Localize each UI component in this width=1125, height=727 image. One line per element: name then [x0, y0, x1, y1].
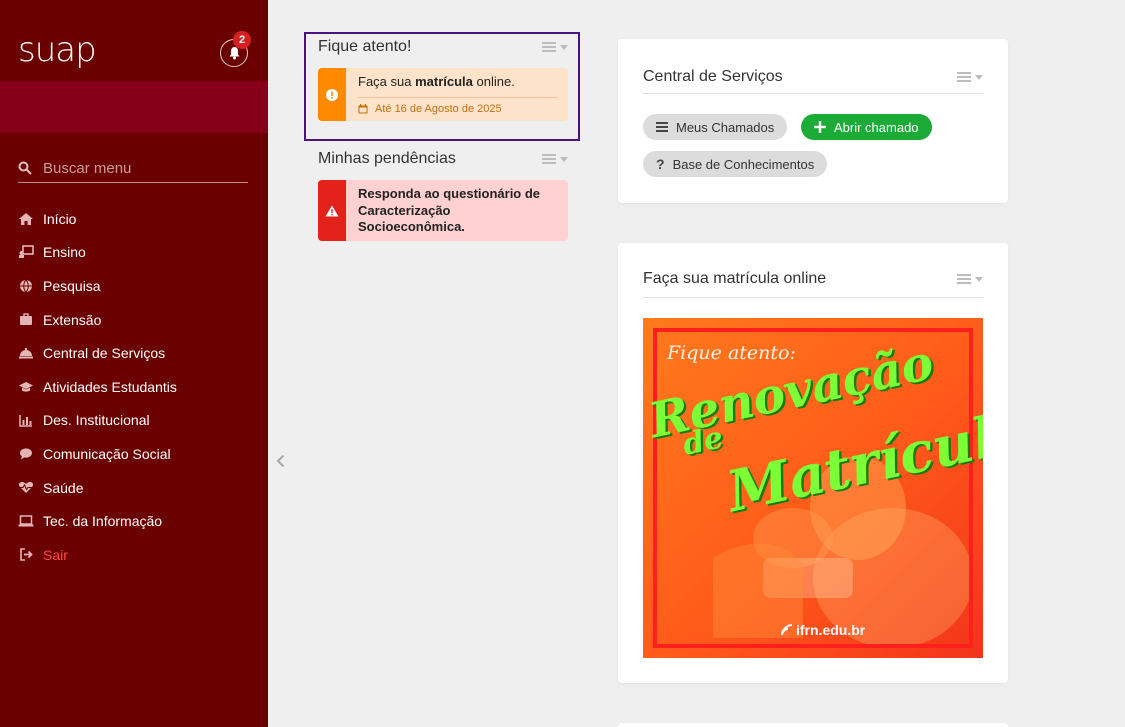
menu-item-sair[interactable]: Sair: [18, 538, 258, 572]
menu-item-atividades-estudantis[interactable]: Atividades Estudantis: [18, 370, 258, 404]
search-input[interactable]: Buscar menu: [43, 160, 131, 177]
card-options-button[interactable]: [542, 153, 568, 165]
fique-atento-card: Fique atento!: [318, 38, 568, 56]
collapse-sidebar-button[interactable]: [273, 451, 287, 471]
menu-item-ensino[interactable]: Ensino: [18, 236, 258, 270]
list-icon: [656, 122, 668, 132]
menu-lines-icon: [957, 274, 971, 284]
caret-down-icon: [560, 44, 568, 50]
poster-url: ifrn.edu.br: [781, 622, 865, 638]
main-menu: Início Ensino Pesquisa Extensão Central …: [18, 202, 258, 572]
message-text-end: online.: [472, 74, 515, 89]
chevron-left-icon: [276, 454, 284, 468]
menu-item-comunicacao-social[interactable]: Comunicação Social: [18, 437, 258, 471]
laptop-icon: [18, 513, 34, 529]
menu-item-inicio[interactable]: Início: [18, 202, 258, 236]
alert-date: Até 16 de Agosto de 2025: [375, 103, 502, 115]
button-label: Abrir chamado: [834, 119, 919, 135]
menu-item-tec-informacao[interactable]: Tec. da Informação: [18, 504, 258, 538]
base-conhecimentos-button[interactable]: ? Base de Conhecimentos: [643, 151, 828, 177]
panel-options-button[interactable]: [957, 71, 983, 83]
ifrn-logo-icon: [781, 624, 793, 636]
message-text: Faça sua: [358, 74, 416, 89]
card-title: Minhas pendências: [318, 150, 456, 167]
poster-heading: Fique atento:: [667, 342, 796, 364]
renovacao-matricula-poster[interactable]: Fique atento: Renovação de Matrícula ifr…: [643, 318, 983, 658]
graduation-cap-icon: [18, 379, 34, 395]
menu-lines-icon: [542, 154, 556, 164]
globe-icon: [18, 278, 34, 294]
menu-item-label: Atividades Estudantis: [43, 378, 177, 395]
menu-lines-icon: [542, 42, 556, 52]
matricula-alert[interactable]: Faça sua matrícula online. Até 16 de Ago…: [318, 68, 568, 121]
calendar-icon: [358, 104, 368, 114]
caret-down-icon: [560, 156, 568, 162]
menu-item-saude[interactable]: Saúde: [18, 471, 258, 505]
alert-message: Responda ao questionário de Caracterizaç…: [358, 186, 541, 234]
home-icon: [18, 211, 34, 227]
menu-item-label: Comunicação Social: [43, 445, 171, 462]
search-menu[interactable]: Buscar menu: [18, 154, 248, 183]
panel-title: Faça sua matrícula online: [643, 270, 827, 287]
alert-message: Faça sua matrícula online.: [358, 74, 558, 98]
menu-item-label: Sair: [43, 546, 68, 563]
meus-chamados-button[interactable]: Meus Chamados: [643, 114, 788, 140]
search-icon: [18, 161, 34, 175]
next-panel-edge: [618, 723, 1008, 727]
menu-item-des-institucional[interactable]: Des. Institucional: [18, 404, 258, 438]
sidebar: suap 2 Buscar menu Início Ensino Pesquis…: [0, 0, 268, 727]
abrir-chamado-button[interactable]: Abrir chamado: [801, 114, 932, 140]
caret-down-icon: [975, 276, 983, 282]
menu-item-label: Ensino: [43, 244, 86, 261]
menu-item-label: Tec. da Informação: [43, 513, 163, 530]
panel-title: Central de Serviços: [643, 68, 783, 85]
warning-icon: [318, 68, 346, 121]
teacher-icon: [18, 244, 34, 260]
questionario-alert[interactable]: Responda ao questionário de Caracterizaç…: [318, 180, 568, 241]
button-label: Meus Chamados: [676, 119, 775, 135]
suap-logo[interactable]: suap: [18, 30, 97, 70]
menu-item-extensao[interactable]: Extensão: [18, 303, 258, 337]
question-icon: ?: [656, 156, 665, 172]
user-banner: [0, 81, 268, 133]
alert-triangle-icon: [318, 180, 346, 241]
briefcase-icon: [18, 312, 34, 328]
menu-item-pesquisa[interactable]: Pesquisa: [18, 269, 258, 303]
card-title: Fique atento!: [318, 38, 412, 55]
speech-bubble-icon: [18, 446, 34, 462]
message-bold-text: matrícula: [415, 74, 473, 89]
notification-count-badge: 2: [233, 31, 251, 49]
menu-item-label: Pesquisa: [43, 277, 101, 294]
card-options-button[interactable]: [542, 41, 568, 53]
plus-icon: [814, 121, 826, 133]
menu-item-label: Saúde: [43, 479, 84, 496]
menu-item-label: Des. Institucional: [43, 412, 150, 429]
bar-chart-icon: [18, 412, 34, 428]
menu-item-label: Início: [43, 210, 77, 227]
service-bell-icon: [18, 345, 34, 361]
button-label: Base de Conhecimentos: [672, 156, 815, 172]
panel-options-button[interactable]: [957, 273, 983, 285]
menu-item-label: Central de Serviços: [43, 345, 166, 362]
sign-out-icon: [18, 547, 34, 563]
heartbeat-icon: [18, 480, 34, 496]
caret-down-icon: [975, 74, 983, 80]
poster-url-text: ifrn.edu.br: [796, 622, 866, 638]
menu-item-label: Extensão: [43, 311, 102, 328]
minhas-pendencias-card: Minhas pendências: [318, 150, 568, 168]
menu-item-central-servicos[interactable]: Central de Serviços: [18, 336, 258, 370]
menu-lines-icon: [957, 72, 971, 82]
